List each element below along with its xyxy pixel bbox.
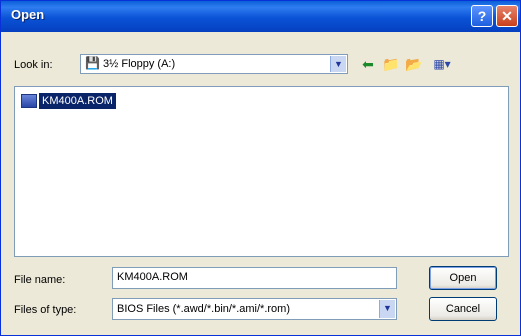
up-folder-icon[interactable]: 📁: [381, 55, 401, 73]
look-in-label: Look in:: [14, 59, 53, 71]
file-name-label: KM400A.ROM: [39, 93, 116, 109]
chevron-down-icon[interactable]: ▼: [330, 56, 346, 72]
title-bar[interactable]: Open ? ✕: [1, 1, 520, 32]
list-item[interactable]: KM400A.ROM: [21, 93, 116, 109]
view-menu-icon[interactable]: ▦▾: [429, 55, 455, 73]
rom-file-icon: [21, 94, 37, 108]
file-list[interactable]: KM400A.ROM: [14, 86, 509, 257]
help-button[interactable]: ?: [471, 5, 493, 27]
floppy-drive-icon: 💾: [85, 56, 100, 70]
close-button[interactable]: ✕: [496, 5, 518, 27]
new-folder-icon[interactable]: 📂: [404, 55, 424, 73]
open-dialog: Open ? ✕ Look in: 💾 3½ Floppy (A:) ▼ ⬅ 📁…: [0, 0, 521, 336]
look-in-value: 3½ Floppy (A:): [103, 58, 176, 70]
file-type-value: BIOS Files (*.awd/*.bin/*.ami/*.rom): [117, 303, 290, 315]
dialog-title: Open: [11, 7, 45, 22]
file-name-field[interactable]: KM400A.ROM: [112, 267, 397, 289]
back-icon[interactable]: ⬅: [358, 55, 378, 73]
look-in-dropdown[interactable]: 💾 3½ Floppy (A:) ▼: [80, 54, 348, 74]
chevron-down-icon[interactable]: ▼: [379, 300, 395, 318]
file-type-dropdown[interactable]: BIOS Files (*.awd/*.bin/*.ami/*.rom) ▼: [112, 298, 397, 320]
cancel-button[interactable]: Cancel: [429, 297, 497, 321]
file-name-label-text: File name:: [14, 274, 66, 286]
open-button[interactable]: Open: [429, 266, 497, 290]
file-type-label: Files of type:: [14, 304, 77, 316]
file-name-value: KM400A.ROM: [117, 271, 188, 283]
